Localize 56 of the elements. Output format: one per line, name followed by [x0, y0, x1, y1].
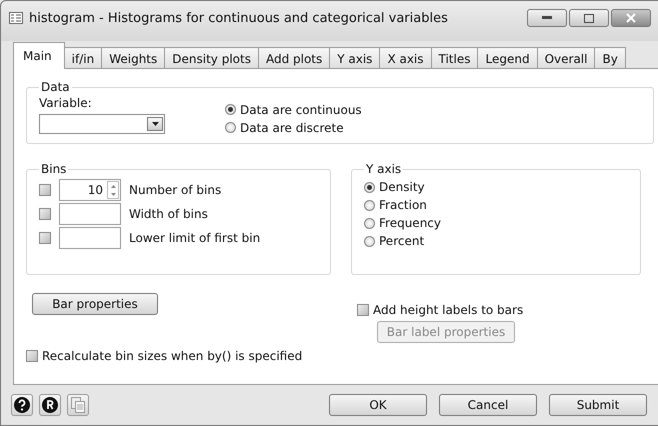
dialog-button[interactable]: Cancel — [439, 394, 537, 416]
checkbox-label: Recalculate bin sizes when by() is specified — [42, 349, 302, 363]
option-label: Fraction — [379, 198, 427, 212]
dialog-button[interactable]: Submit — [549, 394, 647, 416]
radio-button[interactable] — [364, 218, 375, 228]
checkbox[interactable] — [26, 350, 38, 362]
checkbox[interactable] — [357, 304, 369, 316]
maximize-icon — [584, 14, 594, 22]
form-icon — [9, 12, 23, 24]
minimize-icon — [542, 16, 552, 20]
reset-button[interactable] — [39, 394, 61, 416]
tab[interactable]: Main — [13, 42, 65, 69]
tab[interactable]: Add plots — [258, 47, 330, 69]
field-label: Number of bins — [129, 183, 222, 197]
radio-button[interactable] — [225, 122, 236, 133]
field-label: Lower limit of first bin — [129, 231, 260, 245]
option-label: Data are discrete — [240, 120, 344, 134]
tab[interactable]: Weights — [101, 47, 166, 69]
maximize-button[interactable] — [569, 9, 609, 27]
tab[interactable]: X axis — [379, 47, 432, 69]
group-title: Y axis — [365, 162, 402, 176]
radio-button[interactable] — [364, 200, 375, 210]
radio-button[interactable] — [225, 104, 236, 115]
variable-dropdown[interactable] — [39, 114, 165, 134]
window-title: histogram - Histograms for continuous and categorical variables — [29, 10, 448, 26]
copy-icon[interactable] — [67, 394, 89, 416]
option-label: Percent — [379, 234, 424, 248]
minimize-button[interactable] — [527, 9, 567, 27]
option-label: Density — [379, 180, 425, 194]
close-button[interactable] — [611, 9, 651, 27]
group-title: Bins — [40, 162, 68, 176]
checkbox[interactable] — [39, 232, 51, 244]
group-title: Data — [40, 80, 71, 94]
dialog-button[interactable]: OK — [329, 394, 427, 416]
checkbox[interactable] — [39, 208, 51, 220]
help-button[interactable] — [11, 394, 33, 416]
option-label: Data are continuous — [240, 102, 362, 116]
field-label: Width of bins — [129, 207, 208, 221]
tab[interactable]: Overall — [536, 47, 596, 69]
field-label: Variable: — [39, 96, 93, 110]
tab[interactable]: Y axis — [329, 47, 380, 69]
input-field[interactable] — [59, 203, 121, 225]
close-icon — [626, 13, 636, 23]
tab[interactable]: Titles — [430, 47, 478, 69]
radio-button[interactable] — [364, 182, 375, 192]
tab[interactable]: By — [594, 47, 626, 69]
checkbox-label: Add height labels to bars — [373, 303, 524, 317]
number-spinner[interactable]: 10 — [59, 179, 121, 201]
tab[interactable]: Legend — [477, 47, 538, 69]
radio-button[interactable] — [364, 236, 375, 246]
bar-properties-button[interactable]: Bar properties — [32, 293, 158, 315]
caret-icon — [152, 122, 158, 126]
input-field[interactable] — [59, 227, 121, 249]
checkbox[interactable] — [39, 184, 51, 196]
tab[interactable]: Density plots — [164, 47, 259, 69]
option-label: Frequency — [379, 216, 441, 230]
